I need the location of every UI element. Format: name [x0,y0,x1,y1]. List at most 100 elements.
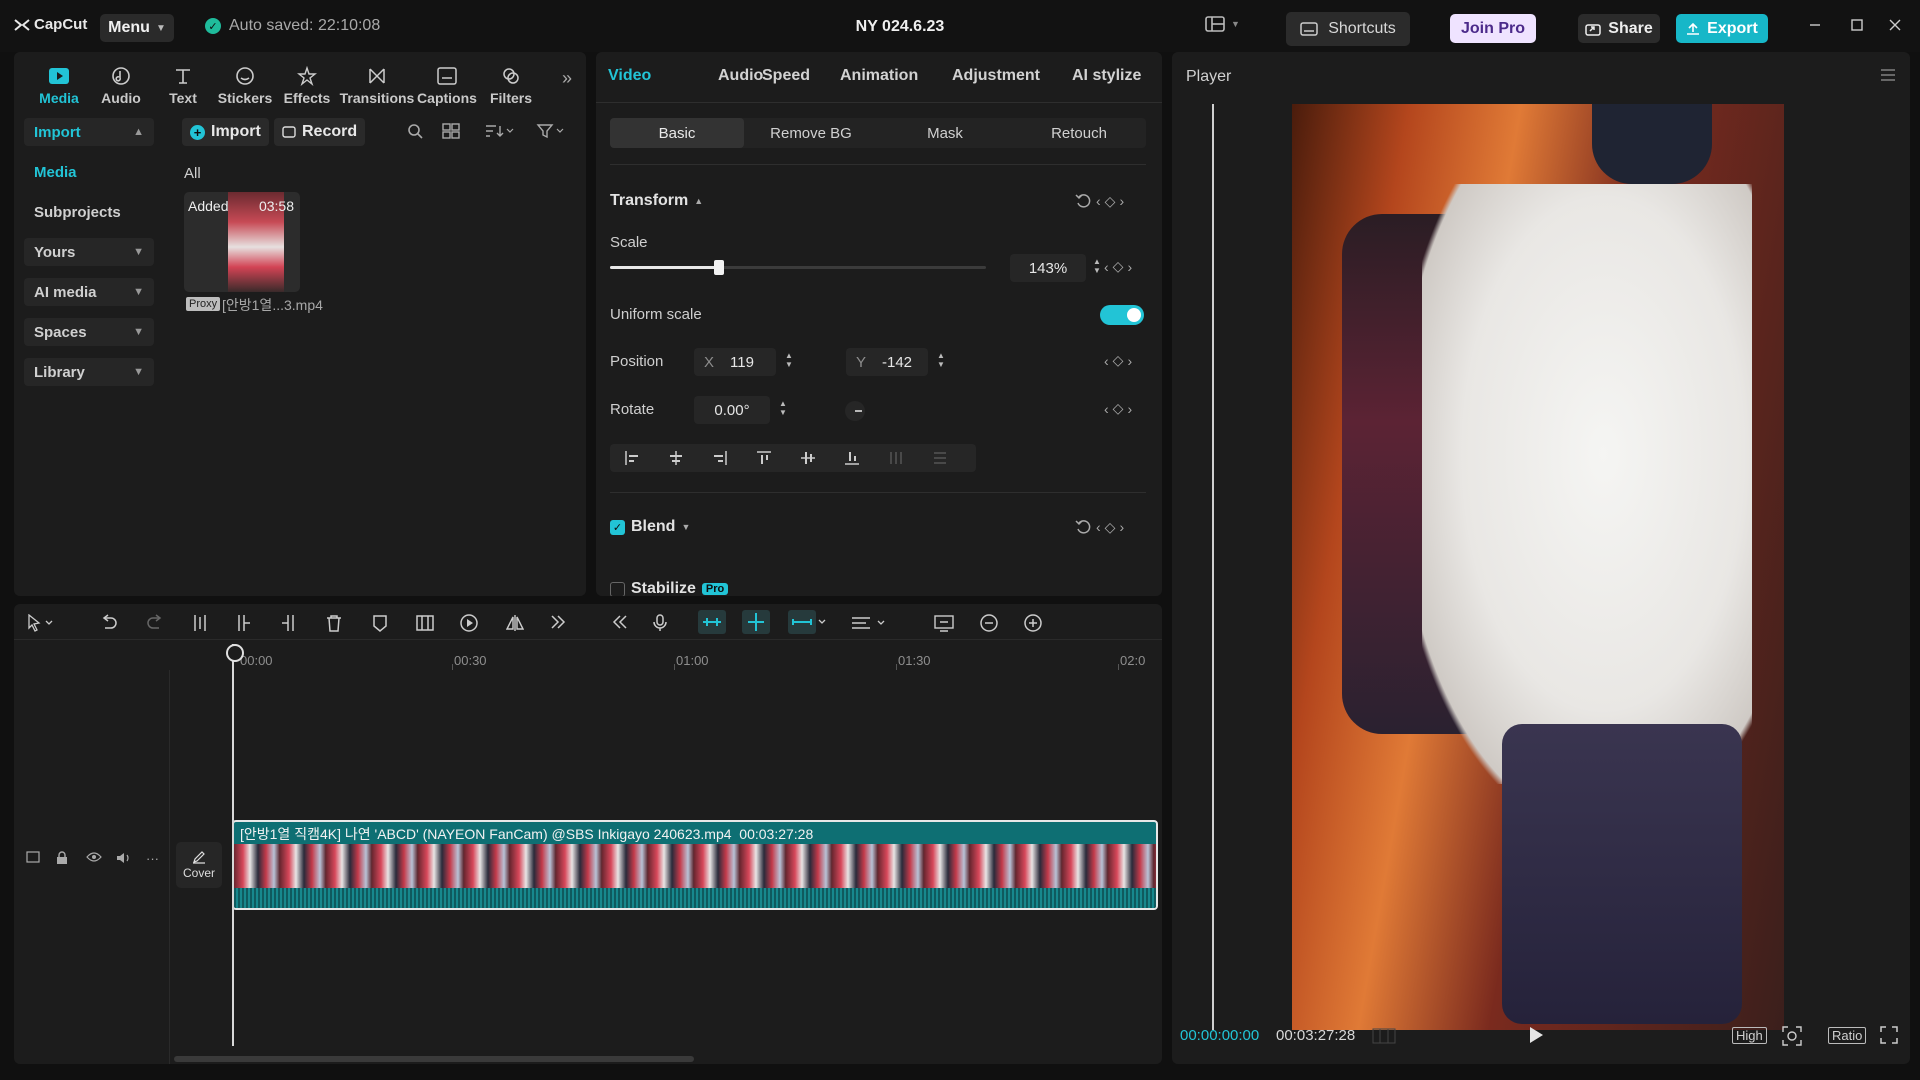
next-keyframe-icon[interactable]: › [1127,353,1132,369]
ratio-button[interactable]: Ratio [1828,1027,1867,1044]
zoom-out-icon[interactable] [980,614,998,632]
lock-icon[interactable] [56,851,68,865]
tab-adjustment[interactable]: Adjustment [952,67,1040,85]
position-y-input[interactable]: Y -142 [846,348,928,376]
timeline-playhead[interactable] [226,644,244,1046]
track-thumbnail-icon[interactable] [26,851,40,863]
sidebar-item-subprojects[interactable]: Subprojects [24,198,154,226]
blend-section-title[interactable]: ✓ Blend ▼ [610,518,690,536]
reset-icon[interactable] [1074,192,1092,210]
fullscreen-icon[interactable] [1880,1026,1898,1044]
subtab-basic[interactable]: Basic [610,118,744,148]
prev-keyframe-icon[interactable]: ‹ [1096,193,1101,209]
play-icon[interactable] [1528,1026,1544,1044]
align-middle-v-icon[interactable] [786,450,830,466]
grid-view-icon[interactable] [442,123,460,139]
reset-icon[interactable] [1074,518,1092,536]
tab-transitions[interactable]: Transitions [340,56,414,106]
tab-audio-props[interactable]: Audio [718,67,763,85]
tab-captions[interactable]: Captions [416,56,478,106]
position-x-input[interactable]: X 119 [694,348,776,376]
align-left-icon[interactable] [610,450,654,466]
next-keyframe-icon[interactable]: › [1127,401,1132,417]
minimize-icon[interactable] [1808,18,1822,32]
zoom-in-icon[interactable] [1024,614,1042,632]
auto-snap-icon[interactable] [742,610,770,634]
tab-text[interactable]: Text [152,56,214,106]
subtab-remove-bg[interactable]: Remove BG [744,118,878,148]
share-button[interactable]: Share [1578,14,1660,43]
marker-icon[interactable] [372,614,388,632]
collapse-icon[interactable] [612,614,628,630]
tab-audio[interactable]: Audio [90,56,152,106]
cover-button[interactable]: Cover [176,842,222,888]
media-filter-all[interactable]: All [184,165,201,182]
next-keyframe-icon[interactable]: › [1127,259,1132,275]
play-circle-icon[interactable] [460,614,478,632]
split-left-icon[interactable] [236,614,252,632]
scale-slider-handle[interactable] [714,260,725,275]
export-button[interactable]: Export [1676,14,1768,43]
more-options-icon[interactable]: ··· [146,851,159,866]
shortcuts-button[interactable]: Shortcuts [1286,12,1410,46]
keyframe-diamond-icon[interactable]: ◇ [1113,400,1124,417]
sidebar-item-library[interactable]: Library ▼ [24,358,154,386]
join-pro-button[interactable]: Join Pro [1450,14,1536,43]
prev-keyframe-icon[interactable]: ‹ [1104,353,1109,369]
tab-animation[interactable]: Animation [840,67,918,85]
next-keyframe-icon[interactable]: › [1119,193,1124,209]
filter-icon[interactable] [536,123,566,139]
maximize-icon[interactable] [1850,18,1864,32]
menu-button[interactable]: Menu ▼ [100,14,174,42]
align-top-icon[interactable] [742,450,786,466]
video-preview[interactable] [1292,104,1784,1030]
split-right-icon[interactable] [280,614,296,632]
stabilize-checkbox[interactable] [610,581,625,596]
main-track-magnet-icon[interactable] [698,610,726,634]
record-button[interactable]: Record [274,118,366,146]
timeline-scrollbar[interactable] [174,1056,694,1062]
linkage-icon[interactable] [788,610,828,634]
project-title[interactable]: NY 024.6.23 [810,18,990,36]
speaker-icon[interactable] [116,851,132,865]
tab-video[interactable]: Video [608,67,651,85]
fit-timeline-icon[interactable] [934,614,954,632]
keyframe-diamond-icon[interactable]: ◇ [1113,352,1124,369]
align-bottom-icon[interactable] [830,450,874,466]
player-menu-icon[interactable] [1880,68,1896,82]
tab-media[interactable]: Media [28,56,90,106]
tab-effects[interactable]: Effects [276,56,338,106]
prev-keyframe-icon[interactable]: ‹ [1096,519,1101,535]
stabilize-section-title[interactable]: Stabilize Pro [610,580,729,596]
sidebar-item-yours[interactable]: Yours ▼ [24,238,154,266]
rotate-input[interactable]: 0.00° [694,396,770,424]
sidebar-item-import[interactable]: Import ▲ [24,118,154,146]
undo-icon[interactable] [100,614,118,630]
rotate-dial[interactable] [844,400,866,422]
search-icon[interactable] [407,123,423,139]
sidebar-item-spaces[interactable]: Spaces ▼ [24,318,154,346]
scale-stepper[interactable]: ▲ ▼ [1090,257,1104,275]
keyframe-diamond-icon[interactable]: ◇ [1113,258,1124,275]
video-clip[interactable]: [안방1열 직캠4K] 나연 'ABCD' (NAYEON FanCam) @S… [232,820,1158,910]
tab-stickers[interactable]: Stickers [214,56,276,106]
layout-button[interactable]: ▼ [1205,16,1240,32]
sidebar-item-media[interactable]: Media [24,158,154,186]
position-x-stepper[interactable]: ▲ ▼ [782,351,796,369]
transform-section-title[interactable]: Transform ▲ [610,192,703,210]
tab-filters[interactable]: Filters [480,56,542,106]
more-tabs-icon[interactable]: » [562,68,572,89]
align-right-icon[interactable] [698,450,742,466]
blend-checkbox[interactable]: ✓ [610,519,625,535]
zoom-fit-icon[interactable] [1782,1026,1802,1046]
quality-high-button[interactable]: High [1732,1027,1767,1044]
keyframe-diamond-icon[interactable]: ◇ [1105,193,1116,210]
eye-icon[interactable] [86,851,102,863]
tab-ai-stylize[interactable]: AI stylize [1072,67,1141,85]
sidebar-item-ai-media[interactable]: AI media ▼ [24,278,154,306]
align-center-h-icon[interactable] [654,450,698,466]
close-icon[interactable] [1888,18,1902,32]
scale-slider[interactable] [610,260,986,275]
split-icon[interactable] [192,614,208,632]
next-keyframe-icon[interactable]: › [1119,519,1124,535]
